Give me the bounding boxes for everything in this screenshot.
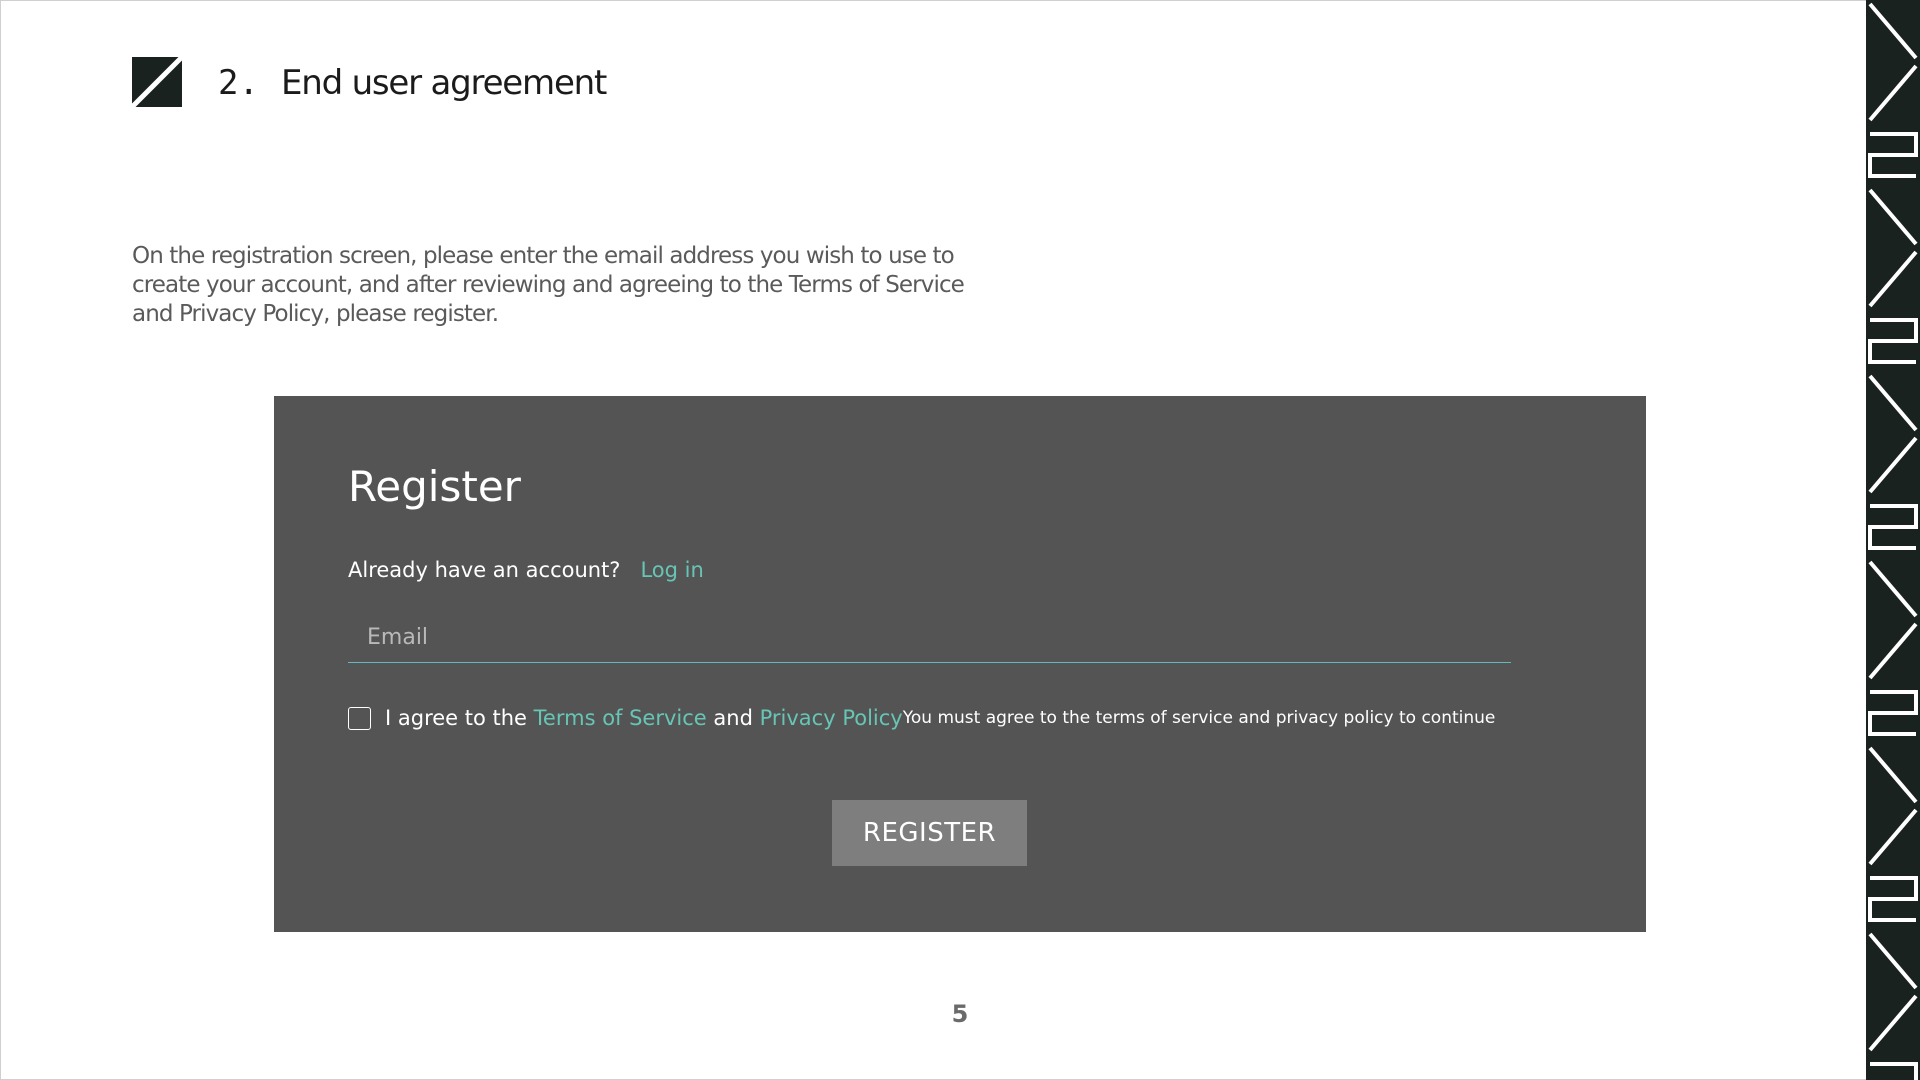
terms-of-service-link[interactable]: Terms of Service: [534, 706, 707, 730]
register-button[interactable]: REGISTER: [832, 800, 1027, 866]
register-form-screenshot: Register Already have an account? Log in…: [274, 396, 1646, 932]
and-text: and: [713, 706, 753, 730]
email-field[interactable]: [348, 612, 1511, 662]
already-have-account-text: Already have an account?: [348, 558, 621, 582]
diagonal-split-square-icon: [132, 57, 182, 107]
login-prompt: Already have an account? Log in: [348, 558, 704, 582]
intro-line: On the registration screen, please enter…: [132, 243, 955, 269]
agree-label: I agree to the Terms of Service and Priv…: [385, 706, 903, 730]
intro-paragraph: On the registration screen, please enter…: [132, 242, 972, 329]
intro-line: and Privacy Policy, please register.: [132, 301, 499, 327]
agree-validation-note: You must agree to the terms of service a…: [902, 708, 1496, 728]
decorative-pattern-strip: [1866, 0, 1920, 1080]
register-title: Register: [348, 462, 521, 511]
agree-prefix: I agree to the: [385, 706, 527, 730]
page-number: 5: [951, 1000, 969, 1028]
login-link[interactable]: Log in: [640, 558, 703, 582]
agree-checkbox[interactable]: [348, 706, 371, 730]
email-field-container: [348, 612, 1511, 663]
section-number: 2.: [218, 63, 259, 103]
section-heading: 2. End user agreement: [218, 58, 607, 108]
agree-row: I agree to the Terms of Service and Priv…: [348, 706, 1495, 730]
intro-line: create your account, and after reviewing…: [132, 272, 965, 298]
section-title: End user agreement: [280, 63, 607, 103]
privacy-policy-link[interactable]: Privacy Policy: [760, 706, 903, 730]
